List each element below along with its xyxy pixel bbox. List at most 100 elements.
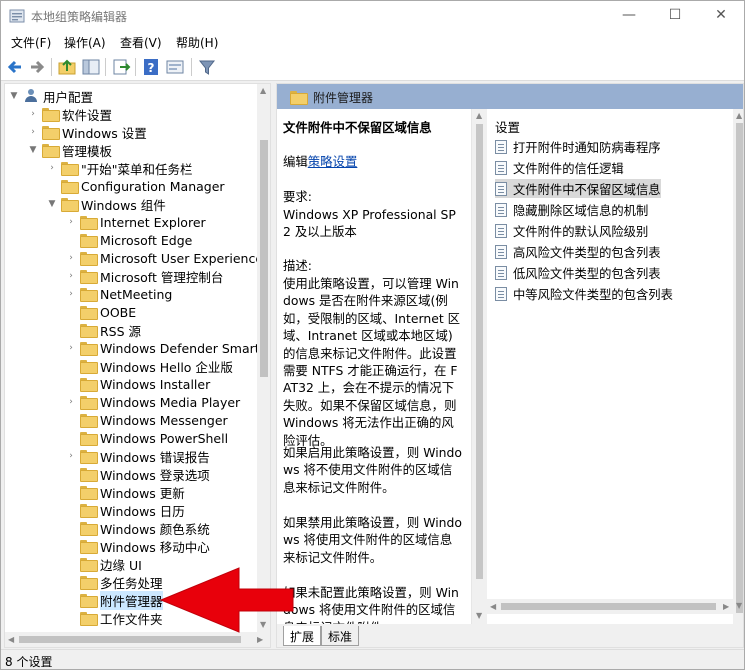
tree-horizontal-scrollbar[interactable]: ◀ ▶ [5,632,270,647]
chevron-right-icon[interactable]: › [65,285,77,303]
setting-row[interactable]: 文件附件的默认风险级别 [495,221,648,240]
tree-item[interactable]: Windows 登录选项 [65,465,210,483]
tree-item[interactable]: › Internet Explorer [65,213,206,231]
tree-item[interactable]: › Microsoft User Experience [65,249,263,267]
settings-scroll-thumb[interactable] [736,123,743,613]
folder-icon [80,558,98,572]
title-bar[interactable]: 本地组策略编辑器 — ☐ ✕ [1,1,744,31]
tree-item[interactable]: › "开始"菜单和任务栏 [46,159,192,177]
settings-horizontal-scrollbar[interactable]: ◀ ▶ [487,599,733,614]
tree-item[interactable]: › 软件设置 [27,105,112,123]
tree-item[interactable]: Windows Messenger [65,411,228,429]
tree-item[interactable]: Windows PowerShell [65,429,228,447]
forward-icon[interactable] [27,57,47,77]
tree-item-label: Windows Defender Smart [100,340,260,356]
tree-item[interactable]: OOBE [65,303,136,321]
filter-icon[interactable] [197,57,217,77]
tree-item[interactable]: › Windows 设置 [27,123,147,141]
chevron-right-icon[interactable]: › [65,249,77,267]
properties-icon[interactable] [165,57,185,77]
description-scrollbar[interactable]: ▲ ▼ [472,109,487,624]
tree-item[interactable]: Windows 颜色系统 [65,519,210,537]
chevron-down-icon[interactable]: ▼ [8,87,20,105]
chevron-right-icon[interactable]: › [65,267,77,285]
setting-label: 文件附件的默认风险级别 [513,224,649,239]
tree-item[interactable]: › Windows Defender Smart [65,339,260,357]
folder-icon [290,91,308,105]
setting-row[interactable]: 文件附件中不保留区域信息 [495,179,661,198]
tree-item[interactable]: ▼ Windows 组件 [46,195,166,213]
chevron-right-icon[interactable]: › [65,213,77,231]
close-button[interactable]: ✕ [698,1,744,31]
tree-item[interactable]: 多任务处理 [65,573,163,591]
chevron-down-icon[interactable]: ▼ [27,141,39,159]
tree-item[interactable]: Configuration Manager [46,177,225,195]
tab-standard[interactable]: 标准 [321,626,360,646]
chevron-right-icon[interactable]: › [65,393,77,411]
tree-item[interactable]: › Microsoft 管理控制台 [65,267,223,285]
chevron-down-icon[interactable]: ▼ [46,195,58,213]
chevron-right-icon[interactable]: › [65,447,77,465]
setting-row[interactable]: 中等风险文件类型的包含列表 [495,284,673,303]
minimize-button[interactable]: — [606,1,652,31]
tree-item[interactable]: RSS 源 [65,321,141,339]
policy-title: 文件附件中不保留区域信息 [283,120,432,135]
menu-view[interactable]: 查看(V) [120,34,162,51]
tree-item[interactable]: ▼ 管理模板 [27,141,112,159]
setting-row[interactable]: 高风险文件类型的包含列表 [495,242,661,261]
folder-icon [80,576,98,590]
tree-vertical-scrollbar[interactable]: ▲ ▼ [257,84,270,632]
setting-row[interactable]: 打开附件时通知防病毒程序 [495,137,661,156]
settings-column-header[interactable]: 设置 [495,117,520,136]
chevron-right-icon[interactable]: › [27,123,39,141]
tree-item[interactable]: Windows 更新 [65,483,185,501]
setting-label: 文件附件的信任逻辑 [513,161,624,176]
back-icon[interactable] [5,57,25,77]
show-tree-icon[interactable] [81,57,101,77]
tree-hscroll-thumb[interactable] [19,636,241,643]
folder-icon [80,594,98,608]
tree-item-label: Windows 登录选项 [100,467,210,483]
tree-item[interactable]: Windows 移动中心 [65,537,210,555]
edit-policy-link[interactable]: 策略设置 [308,154,358,169]
chevron-right-icon[interactable]: › [65,339,77,357]
settings-hscroll-thumb[interactable] [501,603,716,610]
menu-help[interactable]: 帮助(H) [176,34,218,51]
tree-item[interactable]: Windows Installer [65,375,210,393]
tree-item[interactable]: › NetMeeting [65,285,172,303]
description-scroll-thumb[interactable] [476,124,483,579]
menu-action[interactable]: 操作(A) [64,34,106,51]
settings-vertical-scrollbar[interactable]: ▲ ▼ [733,109,743,647]
tree-item[interactable]: Microsoft Edge [65,231,192,249]
maximize-button[interactable]: ☐ [652,1,698,31]
details-pane: 附件管理器 文件附件中不保留区域信息 编辑策略设置 要求: Windows XP… [276,83,744,648]
up-folder-icon[interactable] [57,57,77,77]
policy-setting-icon [495,139,507,154]
tree-item-label: 管理模板 [62,143,113,159]
chevron-right-icon[interactable]: › [46,159,58,177]
edit-policy-line: 编辑策略设置 [283,153,463,170]
tree-item[interactable]: 边缘 UI [65,555,142,573]
help-icon[interactable]: ? [141,57,161,77]
tree-item-label: 附件管理器 [100,590,163,610]
disabled-text: 如果禁用此策略设置，则 Windows 将使用文件附件的区域信息来标记文件附件。 [283,515,462,565]
setting-row[interactable]: 文件附件的信任逻辑 [495,158,624,177]
setting-row[interactable]: 隐藏删除区域信息的机制 [495,200,648,219]
tree-pane[interactable]: ▼ 用户配置 › 软件设置 › Windows 设置 ▼ 管理模板 › "开始"菜单和任务栏 Con… [4,83,271,648]
tree-item[interactable]: 工作文件夹 [65,609,163,627]
tree-item[interactable]: Windows Hello 企业版 [65,357,233,375]
tree-scroll-thumb[interactable] [260,140,268,377]
export-list-icon[interactable] [111,57,131,77]
tree-item[interactable]: › Windows 错误报告 [65,447,210,465]
tree-item[interactable]: 附件管理器 [65,590,163,610]
setting-row[interactable]: 低风险文件类型的包含列表 [495,263,661,282]
menu-file[interactable]: 文件(F) [11,34,51,51]
tree-item[interactable]: › Windows Media Player [65,393,240,411]
tree-item[interactable]: ▼ 用户配置 [8,87,93,105]
description-panel: 文件附件中不保留区域信息 编辑策略设置 要求: Windows XP Profe… [277,109,472,624]
chevron-right-icon[interactable]: › [27,105,39,123]
tree-item[interactable]: Windows 日历 [65,501,185,519]
